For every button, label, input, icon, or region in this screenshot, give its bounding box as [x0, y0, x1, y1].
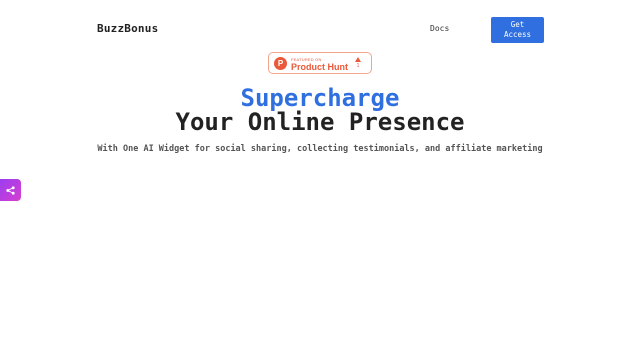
hero-subtitle: With One AI Widget for social sharing, c…	[97, 144, 543, 154]
brand-logo[interactable]: BuzzBonus	[97, 22, 158, 35]
product-hunt-logo-icon: P	[274, 57, 287, 70]
upvote-counter: 1	[353, 57, 363, 71]
product-hunt-badge[interactable]: P FEATURED ON Product Hunt 1	[268, 52, 372, 74]
hero-headline: Your Online Presence	[175, 108, 465, 136]
docs-link[interactable]: Docs	[430, 24, 449, 33]
share-widget-tab[interactable]	[0, 179, 21, 201]
top-navbar: BuzzBonus Docs Get Access	[0, 0, 640, 60]
badge-product-name: Product Hunt	[291, 62, 348, 72]
upvote-count: 1	[356, 63, 360, 69]
upvote-arrow-icon	[355, 57, 361, 62]
get-access-button[interactable]: Get Access	[491, 17, 544, 43]
share-icon	[6, 185, 15, 195]
